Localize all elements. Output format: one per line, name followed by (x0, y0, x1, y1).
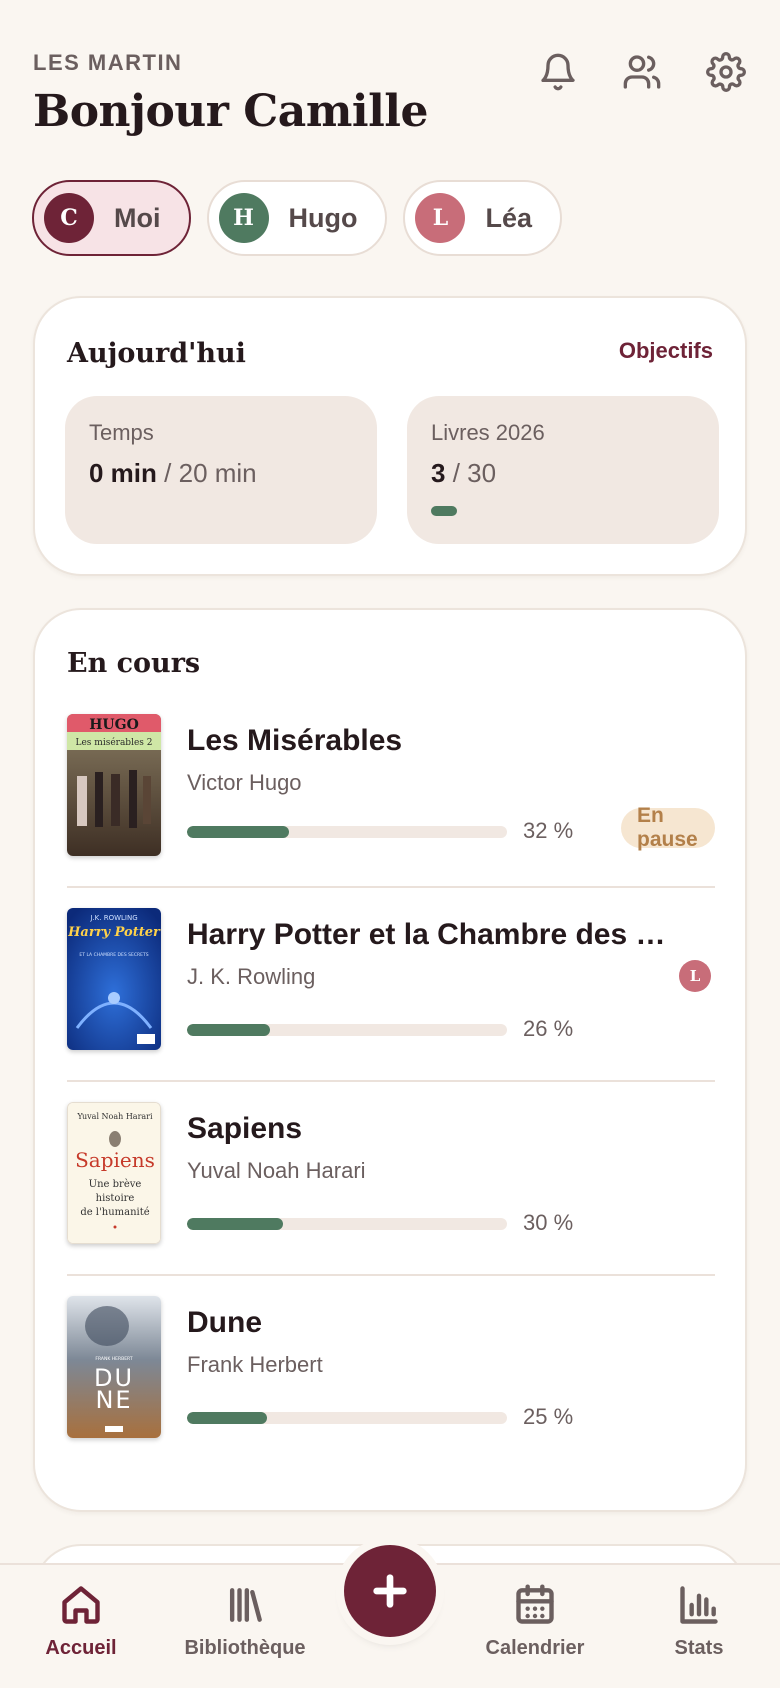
goals-link[interactable]: Objectifs (619, 338, 713, 364)
member-chip-hugo[interactable]: H Hugo (206, 180, 388, 256)
today-card: Aujourd'hui Objectifs Temps 0 min / 20 m… (33, 296, 747, 576)
member-label: Hugo (288, 202, 358, 233)
books-progress-bar (431, 506, 457, 516)
cover-brand: Harry Potter (67, 925, 161, 940)
progress-percent: 26 % (523, 1016, 574, 1041)
family-name: LES MARTIN (33, 50, 183, 75)
avatar: H (218, 193, 269, 243)
cover-line: Une brève (89, 1179, 142, 1190)
cover-brand: HUGO (89, 717, 139, 733)
book-item[interactable]: HUGO Les misérables 2 Les Misérables Vic… (67, 694, 715, 888)
book-title: Les Misérables (187, 724, 403, 757)
book-item[interactable]: Yuval Noah Harari Sapiens Une brève hist… (67, 1082, 715, 1276)
progress-percent: 25 % (523, 1404, 574, 1429)
time-stat[interactable]: Temps 0 min / 20 min (65, 396, 377, 544)
member-chip-lea[interactable]: L Léa (403, 180, 563, 256)
progress-percent: 32 % (523, 818, 574, 843)
member-chip-moi[interactable]: C Moi (32, 180, 191, 256)
book-cover: HUGO Les misérables 2 (67, 714, 161, 856)
progress-track (187, 1412, 507, 1424)
cover-subtitle: ET LA CHAMBRE DES SECRETS (79, 952, 148, 958)
progress-track (187, 1024, 507, 1036)
header-actions (534, 48, 750, 96)
cover-title: Sapiens (75, 1148, 155, 1172)
books-stat[interactable]: Livres 2026 3 / 30 (407, 396, 719, 544)
member-label: Moi (114, 202, 161, 233)
reader-avatar: L (679, 960, 711, 992)
book-author: J. K. Rowling (187, 964, 316, 989)
book-title: Harry Potter et la Chambre des … (187, 918, 666, 951)
book-item[interactable]: FRANK HERBERT DU NE Dune Frank Herbert 2… (67, 1276, 715, 1470)
greeting-title: Bonjour Camille (33, 86, 429, 137)
book-cover: FRANK HERBERT DU NE (67, 1296, 161, 1438)
add-button[interactable] (344, 1545, 436, 1637)
book-cover: J.K. ROWLING Harry Potter ET LA CHAMBRE … (67, 908, 161, 1050)
today-title: Aujourd'hui (67, 338, 246, 369)
nav-accueil[interactable]: Accueil (6, 1583, 156, 1660)
nav-label: Bibliothèque (184, 1637, 306, 1659)
progress-fill (187, 1024, 271, 1036)
nav-calendrier[interactable]: Calendrier (460, 1583, 610, 1660)
books-label: Livres 2026 (431, 420, 545, 445)
status-badge: En pause (621, 804, 715, 851)
book-item[interactable]: J.K. ROWLING Harry Potter ET LA CHAMBRE … (67, 888, 715, 1082)
nav-label: Stats (674, 1637, 724, 1659)
progress-track (187, 826, 507, 838)
book-author: Yuval Noah Harari (187, 1158, 366, 1183)
cover-author: J.K. ROWLING (89, 914, 137, 922)
calendar-icon (516, 1584, 554, 1624)
home-icon (62, 1586, 100, 1624)
progress-fill (187, 1412, 267, 1424)
book-cover: Yuval Noah Harari Sapiens Une brève hist… (67, 1102, 161, 1244)
cover-subtitle: Les misérables 2 (76, 737, 153, 748)
cover-title: NE (95, 1386, 132, 1414)
member-switcher: C Moi H Hugo L Léa (32, 180, 563, 256)
book-title: Sapiens (187, 1112, 303, 1145)
avatar: C (44, 193, 94, 243)
book-author: Victor Hugo (187, 770, 302, 795)
nav-bibliotheque[interactable]: Bibliothèque (170, 1583, 320, 1660)
time-label: Temps (89, 420, 154, 445)
gear-icon[interactable] (702, 48, 750, 96)
book-author: Frank Herbert (187, 1352, 323, 1377)
current-reading-card: En cours HUGO Les misérables 2 Les Misér… (33, 608, 747, 1512)
current-title: En cours (67, 648, 201, 679)
nav-label: Calendrier (485, 1637, 585, 1659)
plus-icon (373, 1574, 407, 1608)
book-title: Dune (187, 1306, 262, 1339)
cover-author: FRANK HERBERT (95, 1356, 132, 1362)
cover-line: de l'humanité (80, 1207, 149, 1218)
nav-stats[interactable]: Stats (624, 1583, 774, 1660)
library-icon (229, 1588, 262, 1622)
avatar: L (415, 193, 466, 243)
time-value: 0 min / 20 min (89, 458, 257, 488)
cover-line: histoire (96, 1193, 135, 1204)
progress-percent: 30 % (523, 1210, 574, 1235)
progress-fill (187, 1218, 283, 1230)
progress-track (187, 1218, 507, 1230)
nav-label: Accueil (45, 1637, 117, 1659)
progress-fill (187, 826, 290, 838)
bell-icon[interactable] (534, 48, 582, 96)
cover-author: Yuval Noah Harari (76, 1112, 153, 1121)
books-value: 3 / 30 (431, 458, 497, 488)
stats-icon (680, 1586, 718, 1624)
member-label: Léa (485, 202, 533, 233)
users-icon[interactable] (618, 48, 666, 96)
